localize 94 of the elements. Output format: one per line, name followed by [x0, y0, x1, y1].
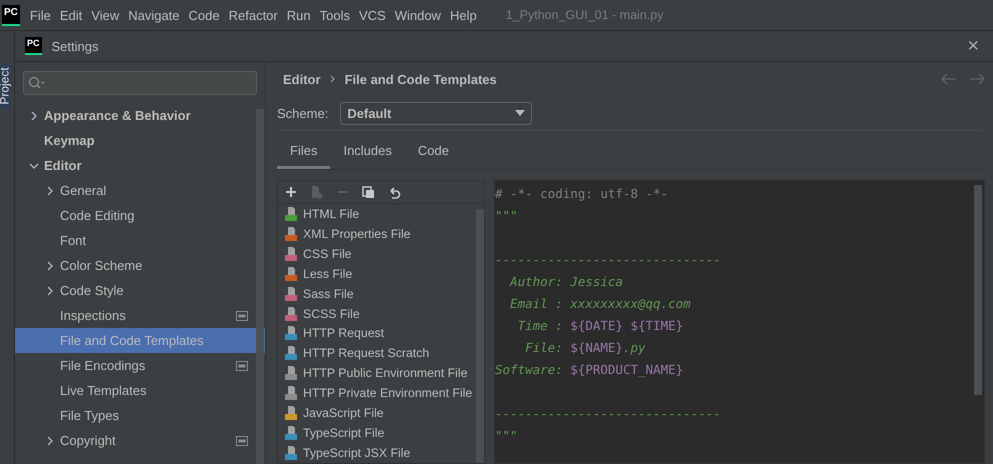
- menu-item[interactable]: File: [30, 8, 51, 22]
- scheme-label: Scheme:: [277, 106, 328, 120]
- settings-item[interactable]: Live Templates: [15, 378, 265, 403]
- menu-item[interactable]: Refactor: [228, 8, 278, 22]
- menu-item[interactable]: View: [91, 8, 120, 22]
- chevron-right-icon: [328, 74, 337, 84]
- settings-item[interactable]: Code Editing: [15, 203, 265, 228]
- tab[interactable]: Includes: [330, 143, 405, 169]
- chevron-right-icon: [45, 186, 55, 196]
- settings-item[interactable]: General: [15, 178, 265, 203]
- file-icon: [284, 226, 298, 242]
- menu-item[interactable]: Tools: [320, 8, 350, 22]
- chevron-right-icon: [45, 286, 55, 296]
- project-level-icon: [236, 436, 248, 446]
- template-editor[interactable]: # -*- coding: utf-8 -*- """ ------------------------------ Author: Jessica Email : xxxxxxxxx@qq.com Time : ${DATE} ${TIME} File: ${NAME}.py Software: ${PRODUCT_NAME} ------------------------------ """: [494, 180, 985, 464]
- add-child-icon[interactable]: [310, 185, 324, 199]
- settings-item[interactable]: Inspections: [15, 303, 265, 328]
- template-item[interactable]: HTTP Request Scratch: [278, 343, 430, 364]
- code-line: Software: ${PRODUCT_NAME}: [495, 362, 684, 377]
- project-tool-tab[interactable]: Project: [0, 63, 12, 109]
- menu-item[interactable]: Window: [394, 8, 441, 22]
- add-icon[interactable]: [285, 186, 297, 198]
- dialog-title: Settings: [52, 38, 98, 54]
- template-item[interactable]: HTTP Request: [278, 324, 384, 344]
- settings-item[interactable]: File Types: [15, 403, 265, 428]
- file-icon: [284, 306, 298, 322]
- menu-item[interactable]: VCS: [358, 8, 386, 22]
- code-line: Time : ${DATE} ${TIME}: [516, 318, 684, 333]
- menu-item[interactable]: Navigate: [128, 8, 180, 22]
- file-icon: [284, 325, 298, 342]
- scrollbar[interactable]: [256, 109, 264, 464]
- app-logo: PC: [2, 4, 20, 26]
- template-item[interactable]: Sass File: [278, 284, 354, 304]
- template-item[interactable]: TypeScript JSX File: [278, 443, 410, 463]
- file-icon: [284, 286, 298, 302]
- template-item[interactable]: HTML File: [278, 204, 360, 224]
- search-field[interactable]: [23, 71, 257, 95]
- settings-item[interactable]: Copyright: [15, 428, 265, 453]
- scrollbar[interactable]: [974, 185, 982, 395]
- tab[interactable]: Files: [277, 143, 330, 169]
- code-line: # -*- coding: utf-8 -*-: [495, 186, 668, 201]
- menu-item[interactable]: Code: [188, 8, 220, 22]
- template-item[interactable]: TypeScript File: [278, 423, 384, 444]
- code-line: ------------------------------: [495, 406, 721, 421]
- file-icon: [284, 206, 298, 222]
- project-level-icon: [236, 360, 248, 370]
- file-icon: [284, 445, 298, 462]
- template-item[interactable]: XML Properties File: [278, 224, 411, 244]
- copy-icon[interactable]: [362, 186, 375, 198]
- template-item[interactable]: HTTP Public Environment File: [278, 363, 468, 384]
- menu-item[interactable]: Run: [286, 8, 311, 22]
- undo-icon[interactable]: [388, 186, 401, 198]
- code-line: """: [495, 428, 518, 443]
- settings-item[interactable]: Appearance & Behavior: [15, 103, 265, 128]
- settings-item[interactable]: Keymap: [15, 128, 265, 153]
- menu-item[interactable]: Help: [450, 8, 477, 22]
- code-line: """: [495, 208, 518, 223]
- chevron-right-icon: [45, 436, 55, 446]
- search-icon: [28, 76, 46, 90]
- code-line: Author: Jessica: [508, 274, 623, 289]
- file-icon: [284, 365, 298, 382]
- template-item[interactable]: SCSS File: [278, 304, 360, 324]
- code-line: ------------------------------: [495, 252, 721, 267]
- menu-item[interactable]: Edit: [60, 8, 82, 22]
- file-icon: [284, 266, 298, 282]
- file-icon: [284, 345, 298, 362]
- chevron-right-icon: [45, 260, 55, 270]
- file-icon: [284, 385, 298, 402]
- scrollbar[interactable]: [476, 209, 484, 463]
- settings-item[interactable]: File Encodings: [15, 353, 265, 378]
- template-item[interactable]: CSS File: [278, 244, 352, 264]
- settings-item[interactable]: Color Scheme: [15, 253, 265, 278]
- template-item[interactable]: JavaScript File: [278, 403, 384, 424]
- tab[interactable]: Code: [404, 143, 462, 169]
- project-title: 1_Python_GUI_01 - main.py: [506, 8, 664, 22]
- file-icon: [284, 425, 298, 442]
- template-item[interactable]: Less File: [278, 264, 352, 284]
- settings-item[interactable]: Code Style: [15, 278, 265, 303]
- file-icon: [284, 405, 298, 422]
- code-line: File: ${NAME}.py: [524, 340, 646, 355]
- template-item[interactable]: HTTP Private Environment File: [278, 383, 472, 404]
- forward-arrow-icon[interactable]: [969, 73, 985, 85]
- project-level-icon: [236, 310, 248, 320]
- close-button[interactable]: ×: [967, 36, 979, 56]
- settings-item[interactable]: Font: [15, 228, 265, 253]
- scheme-dropdown[interactable]: Default: [340, 102, 532, 124]
- breadcrumb-item: File and Code Templates: [344, 72, 497, 86]
- breadcrumb-item[interactable]: Editor: [283, 72, 321, 86]
- back-arrow-icon[interactable]: [941, 73, 957, 85]
- dropdown-caret-icon: [515, 110, 526, 116]
- app-logo: PC: [25, 37, 42, 55]
- code-line: Email : xxxxxxxxx@qq.com: [509, 296, 691, 311]
- file-icon: [284, 246, 298, 262]
- settings-item[interactable]: Editor: [15, 153, 265, 178]
